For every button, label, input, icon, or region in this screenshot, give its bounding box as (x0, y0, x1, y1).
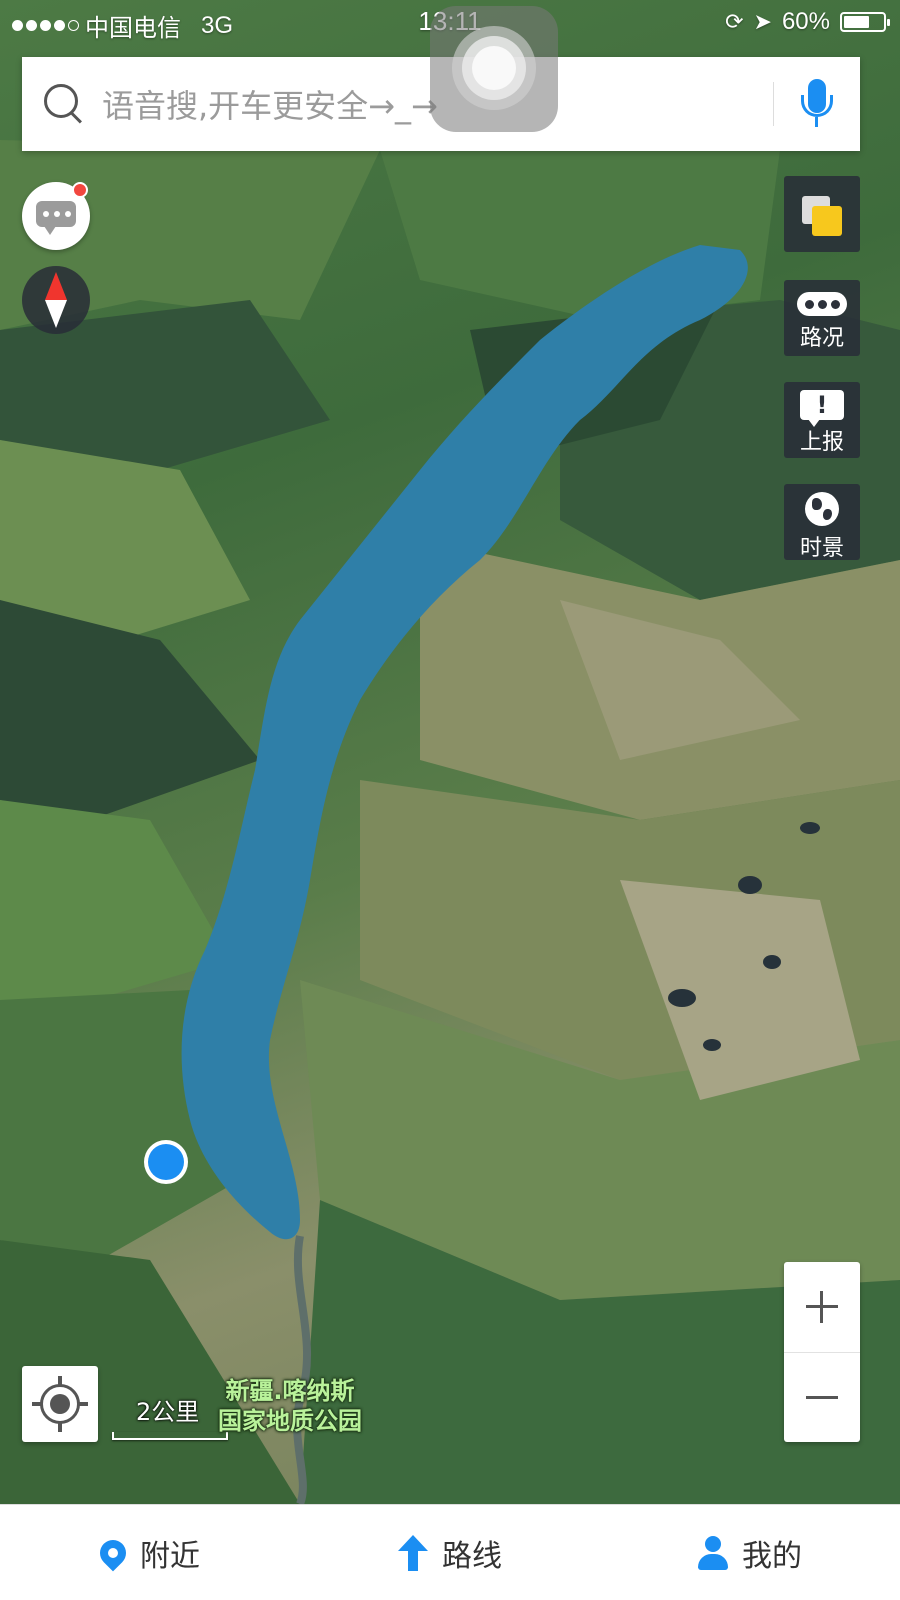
tab-route-label: 路线 (442, 1538, 502, 1574)
timescape-button[interactable]: 时景 (784, 484, 860, 561)
poi-label-line1: 新疆.喀纳斯 (225, 1377, 355, 1405)
zoom-out-button[interactable] (784, 1352, 860, 1442)
traffic-icon (797, 292, 847, 316)
scale-bar (112, 1432, 228, 1440)
terrain-layer (0, 140, 900, 1504)
tab-nearby[interactable]: 附近 (0, 1505, 300, 1600)
compass-button[interactable] (22, 266, 90, 334)
assistive-touch-button[interactable] (430, 6, 558, 132)
report-icon: ! (800, 390, 844, 427)
orientation-lock-icon: ⟳ (725, 9, 744, 34)
layers-button[interactable] (784, 176, 860, 252)
locate-me-button[interactable] (22, 1366, 98, 1442)
timescape-label: 时景 (799, 536, 844, 561)
tab-mine-label: 我的 (742, 1538, 802, 1574)
location-services-icon: ➤ (753, 9, 772, 34)
voice-search-button[interactable] (774, 57, 860, 151)
location-pin-icon (94, 1534, 132, 1571)
tab-mine[interactable]: 我的 (600, 1505, 900, 1600)
poi-label[interactable]: 新疆.喀纳斯 国家地质公园 (218, 1376, 362, 1436)
current-location-marker[interactable] (142, 1138, 202, 1208)
bottom-tab-bar: 附近 路线 我的 (0, 1504, 900, 1600)
map-scale: 2公里 (112, 1392, 230, 1442)
globe-icon (805, 492, 839, 526)
tab-nearby-label: 附近 (140, 1538, 200, 1574)
report-button[interactable]: ! 上报 (784, 382, 860, 458)
search-icon (42, 82, 86, 126)
traffic-label: 路况 (799, 326, 844, 351)
traffic-button[interactable]: 路况 (784, 280, 860, 356)
poi-label-line2: 国家地质公园 (218, 1407, 362, 1435)
battery-percent: 60% (781, 8, 830, 35)
zoom-in-button[interactable] (784, 1262, 860, 1352)
notification-badge (72, 182, 88, 198)
compass-icon (45, 272, 67, 300)
satellite-map[interactable] (0, 0, 900, 1504)
scale-label: 2公里 (136, 1398, 200, 1426)
battery-icon (840, 12, 890, 32)
route-arrow-icon (398, 1534, 428, 1571)
user-icon (698, 1535, 728, 1570)
tab-route[interactable]: 路线 (300, 1505, 600, 1600)
message-button[interactable] (22, 182, 90, 250)
report-label: 上报 (799, 430, 844, 455)
zoom-control (784, 1262, 860, 1442)
